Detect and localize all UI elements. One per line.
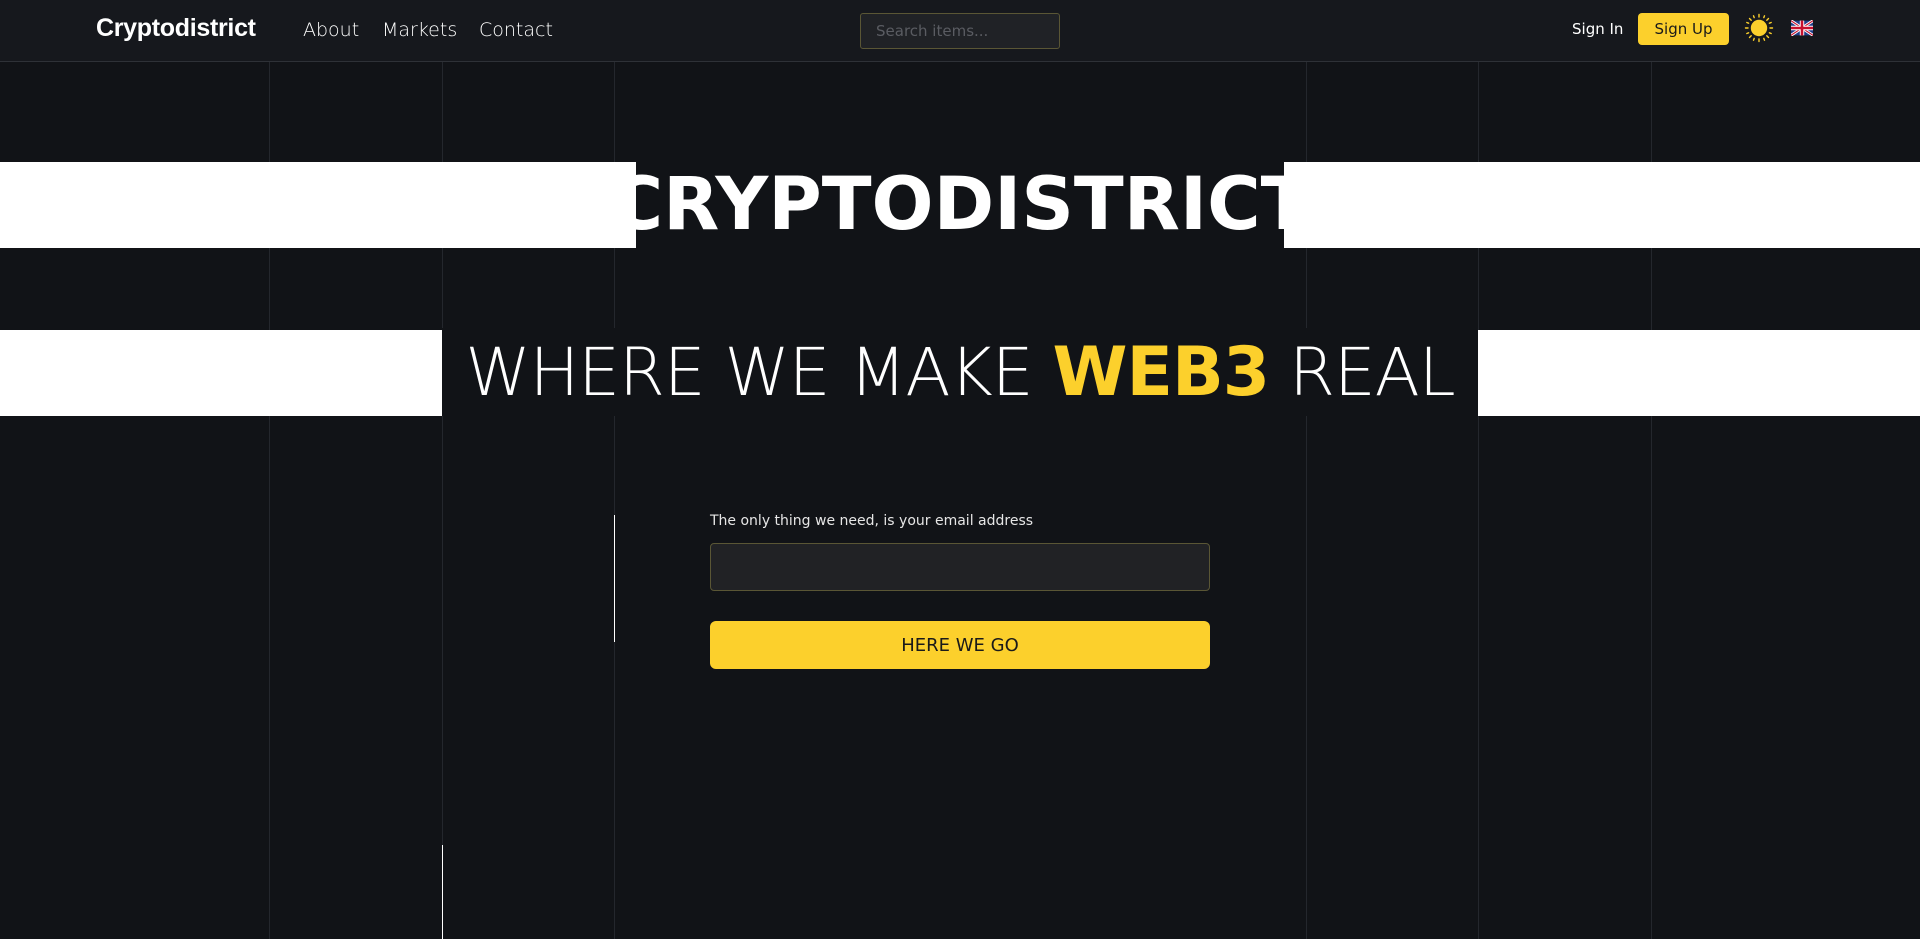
tagline-highlight: WEB3 (1052, 332, 1271, 412)
uk-flag-icon[interactable] (1790, 19, 1814, 37)
search-input[interactable] (860, 13, 1060, 49)
tagline-text: WHERE WE MAKE (465, 333, 1053, 411)
nav-link-about[interactable]: About (303, 19, 359, 41)
top-navbar: Cryptodistrict About Markets Contact Sig… (0, 0, 1920, 62)
hero-tagline: WHERE WE MAKE WEB3 REAL (442, 328, 1478, 416)
email-field[interactable] (710, 543, 1210, 591)
landing-page: Cryptodistrict About Markets Contact Sig… (0, 0, 1920, 939)
nav-link-contact[interactable]: Contact (479, 19, 553, 41)
hero-title: CRYPTODISTRICT (609, 161, 1311, 247)
sun-icon[interactable] (1744, 13, 1774, 43)
email-label: The only thing we need, is your email ad… (710, 513, 1034, 529)
accent-line (614, 515, 615, 642)
accent-line (442, 845, 443, 939)
hero-title-box: CRYPTODISTRICT (610, 160, 1310, 248)
tagline-text: REAL (1269, 333, 1456, 411)
nav-link-markets[interactable]: Markets (382, 19, 457, 41)
submit-button[interactable]: HERE WE GO (710, 621, 1210, 669)
sign-up-button[interactable]: Sign Up (1638, 13, 1729, 45)
sign-in-link[interactable]: Sign In (1572, 20, 1623, 38)
brand-logo[interactable]: Cryptodistrict (96, 14, 256, 43)
